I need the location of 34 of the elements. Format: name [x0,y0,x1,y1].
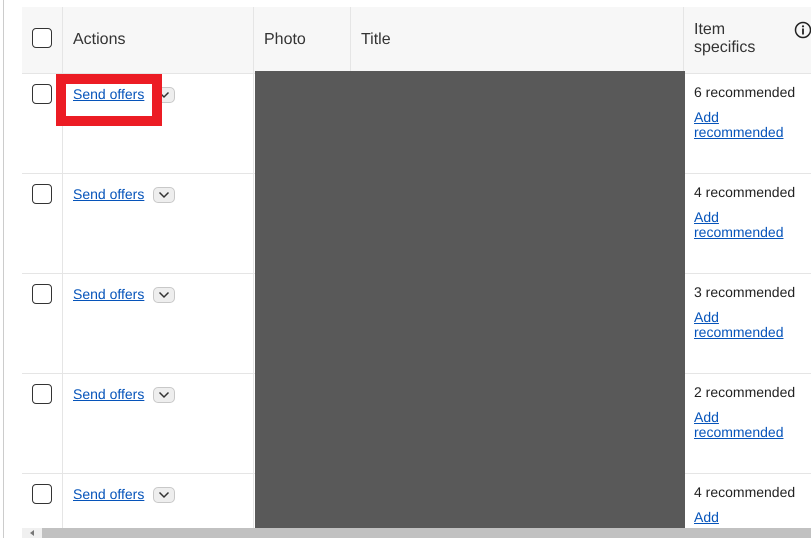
dropdown-button[interactable] [153,387,176,403]
send-offers-link[interactable]: Send offers [73,386,144,402]
add-recommended-link[interactable]: Add [694,510,789,525]
recommended-count: 2 recommended [694,384,796,400]
checkbox[interactable] [32,384,52,404]
chevron-down-icon [158,391,170,399]
recommended-count: 6 recommended [694,84,796,100]
recommended-count: 3 recommended [694,284,796,300]
dropdown-button[interactable] [153,287,176,303]
send-offers-link[interactable]: Send offers [73,286,144,302]
checkbox[interactable] [32,284,52,304]
send-offers-link[interactable]: Send offers [73,86,144,102]
add-recommended-link[interactable]: Add recommended [694,310,789,340]
recommended-count: 4 recommended [694,484,796,500]
column-header: Title [361,31,391,49]
recommended-count: 4 recommended [694,184,796,200]
column-header: Actions [73,31,126,49]
chevron-down-icon [158,291,170,299]
send-offers-link[interactable]: Send offers [73,186,144,202]
info-icon[interactable] [794,21,811,39]
chevron-down-icon [158,491,170,499]
checkbox[interactable] [32,484,52,504]
add-recommended-link[interactable]: Add recommended [694,410,789,440]
checkbox[interactable] [32,184,52,204]
column-header: Item specifics [694,21,756,57]
checkbox[interactable] [32,84,52,104]
dropdown-button[interactable] [153,487,176,503]
send-offers-link[interactable]: Send offers [73,486,144,502]
chevron-down-icon [158,191,170,199]
add-recommended-link[interactable]: Add recommended [694,210,789,240]
add-recommended-link[interactable]: Add recommended [694,110,789,140]
column-header: Photo [264,31,306,49]
checkbox[interactable] [32,28,52,48]
dropdown-button[interactable] [153,187,176,203]
